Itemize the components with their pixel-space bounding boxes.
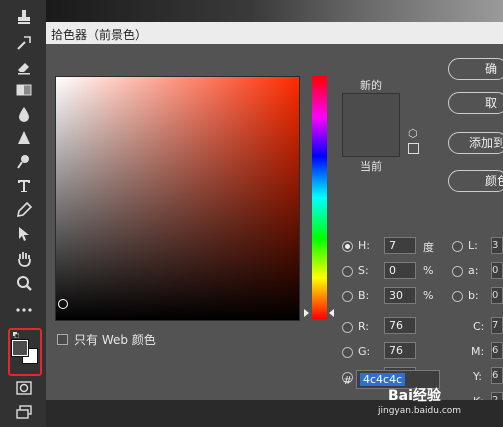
watermark-logo: Bai经验 xyxy=(388,388,441,404)
foreground-color-swatch[interactable] xyxy=(11,339,29,357)
cyan-label: C: xyxy=(473,320,485,333)
watermark-url: jingyan.baidu.com xyxy=(378,406,462,416)
current-color-swatch[interactable] xyxy=(343,125,399,156)
radio-b[interactable] xyxy=(452,291,463,302)
brightness-unit: % xyxy=(423,289,434,302)
gamut-warning-cube-icon[interactable]: ⬡ xyxy=(408,127,418,140)
green-field[interactable]: 76 xyxy=(384,342,416,359)
lab-l-field[interactable]: 3 xyxy=(491,237,503,254)
new-color-swatch xyxy=(343,94,399,125)
radio-green[interactable] xyxy=(342,347,353,358)
saturation-label: S: xyxy=(358,264,369,277)
baidu-watermark: Bai经验 jingyan.baidu.com xyxy=(378,382,496,422)
tools-panel xyxy=(0,0,46,427)
red-label: R: xyxy=(358,320,370,333)
color-libraries-button[interactable]: 颜色 xyxy=(448,170,503,192)
radio-hue[interactable] xyxy=(342,241,353,252)
saturation-field[interactable]: 0 xyxy=(384,262,416,279)
lab-l-label: L: xyxy=(468,239,478,252)
hue-slider-handle-right[interactable] xyxy=(329,309,334,317)
hue-slider-handle-left[interactable] xyxy=(304,309,309,317)
hue-unit: 度 xyxy=(423,241,434,254)
saturation-unit: % xyxy=(423,264,434,277)
cancel-button[interactable]: 取 xyxy=(448,92,503,114)
hex-prefix: # xyxy=(343,374,353,387)
add-to-swatches-button[interactable]: 添加到 xyxy=(448,132,503,154)
color-field[interactable] xyxy=(55,76,300,321)
websafe-color-box[interactable] xyxy=(408,143,419,154)
dialog-title: 拾色器（前景色） xyxy=(51,28,148,42)
dodge-icon[interactable] xyxy=(12,151,36,173)
color-field-cursor[interactable] xyxy=(58,299,68,309)
pen-icon[interactable] xyxy=(12,199,36,221)
canvas-image-strip xyxy=(46,0,503,22)
lab-b-field[interactable]: 0 xyxy=(491,287,503,304)
blur-icon[interactable] xyxy=(12,103,36,125)
type-icon[interactable] xyxy=(12,175,36,197)
lab-a-field[interactable]: 0 xyxy=(491,262,503,279)
color-picker-dialog: 拾色器（前景色） 只有 Web 颜色 新的 当前 ⬡ 确 取 添加到 颜色 H:… xyxy=(46,22,503,409)
web-colors-only-checkbox[interactable] xyxy=(57,334,68,345)
stamp-icon[interactable] xyxy=(12,6,36,28)
lab-b-label: b: xyxy=(468,289,479,302)
dialog-titlebar: 拾色器（前景色） xyxy=(46,22,503,44)
radio-red[interactable] xyxy=(342,322,353,333)
brightness-label: B: xyxy=(358,289,370,302)
radio-lightness[interactable] xyxy=(452,241,463,252)
green-label: G: xyxy=(358,345,371,358)
web-colors-only-label: 只有 Web 颜色 xyxy=(74,333,156,347)
hue-slider[interactable] xyxy=(312,76,327,319)
eraser-icon[interactable] xyxy=(12,56,36,78)
history-brush-icon[interactable] xyxy=(12,32,36,54)
path-select-icon[interactable] xyxy=(12,223,36,245)
hue-label: H: xyxy=(358,239,370,252)
lab-a-label: a: xyxy=(468,264,479,277)
quick-mask-icon[interactable] xyxy=(12,377,36,399)
color-swatches-highlight[interactable] xyxy=(8,328,42,376)
radio-saturation[interactable] xyxy=(342,266,353,277)
gradient-icon[interactable] xyxy=(12,79,36,101)
color-compare-swatch xyxy=(342,93,400,157)
radio-a[interactable] xyxy=(452,266,463,277)
screen-mode-icon[interactable] xyxy=(12,401,36,423)
more-icon[interactable] xyxy=(12,299,36,321)
red-field[interactable]: 76 xyxy=(384,317,416,334)
current-color-label: 当前 xyxy=(360,160,382,173)
hue-field[interactable]: 7 xyxy=(384,237,416,254)
cyan-field[interactable]: 7 xyxy=(491,317,503,334)
zoom-icon[interactable] xyxy=(12,272,36,294)
hand-icon[interactable] xyxy=(12,248,36,270)
ok-button[interactable]: 确 xyxy=(448,58,503,80)
new-color-label: 新的 xyxy=(360,79,382,92)
default-colors-icon[interactable] xyxy=(13,332,19,338)
magenta-label: M: xyxy=(471,345,485,358)
radio-brightness[interactable] xyxy=(342,291,353,302)
magenta-field[interactable]: 6 xyxy=(491,342,503,359)
sharpen-icon[interactable] xyxy=(12,127,36,149)
brightness-field[interactable]: 30 xyxy=(384,287,416,304)
